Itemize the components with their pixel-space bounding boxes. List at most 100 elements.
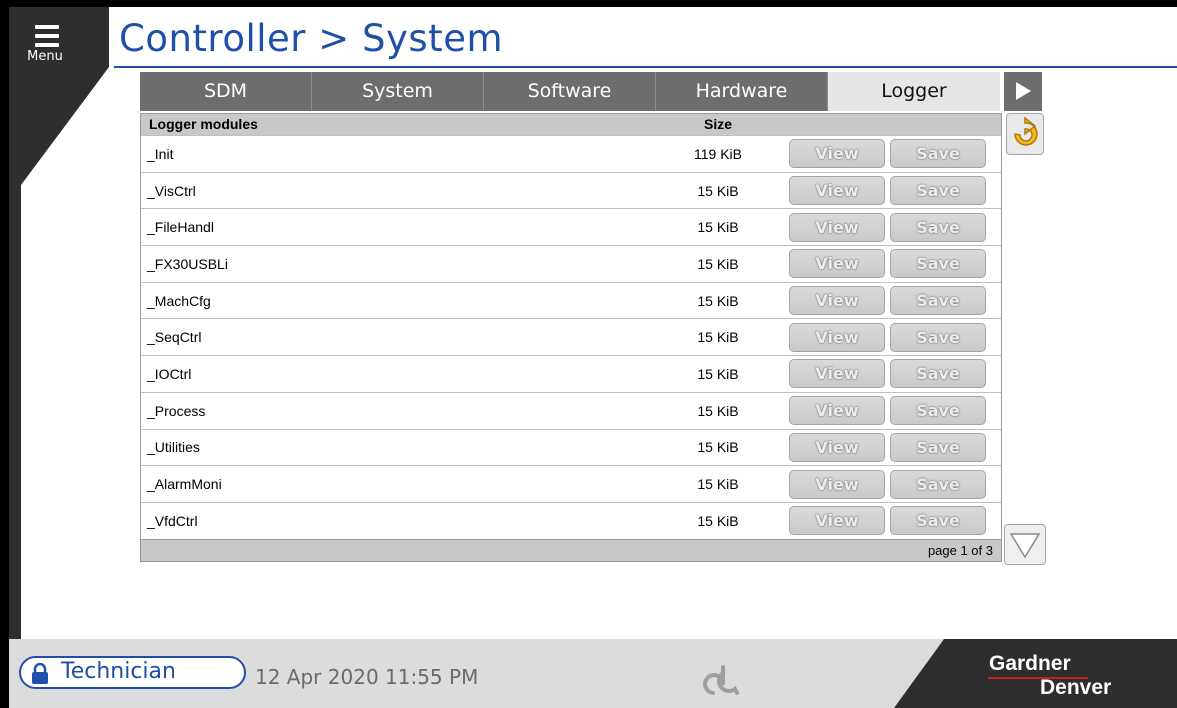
table-row: _VisCtrl 15 KiB View Save: [141, 171, 1001, 209]
status-bar: Technician 12 Apr 2020 11:55 PM Gardner …: [9, 639, 1177, 708]
column-header-size: Size: [703, 116, 732, 132]
view-button[interactable]: View: [789, 322, 885, 352]
save-button[interactable]: Save: [890, 322, 986, 352]
module-size: 15 KiB: [697, 512, 739, 529]
title-divider: [114, 66, 1177, 68]
brand-name-line2: Denver: [1040, 676, 1112, 699]
scroll-down-button[interactable]: [1004, 524, 1046, 565]
table-row: _VfdCtrl 15 KiB View Save: [141, 501, 1001, 539]
save-button[interactable]: Save: [890, 359, 986, 389]
row-actions: View Save: [789, 396, 986, 426]
save-button[interactable]: Save: [890, 286, 986, 316]
save-button[interactable]: Save: [890, 396, 986, 426]
row-actions: View Save: [789, 212, 986, 242]
module-name: _IOCtrl: [147, 365, 192, 382]
module-name: _SeqCtrl: [147, 329, 202, 346]
view-button[interactable]: View: [789, 249, 885, 279]
module-size: 15 KiB: [697, 439, 739, 456]
table-row: _IOCtrl 15 KiB View Save: [141, 355, 1001, 392]
module-size: 15 KiB: [697, 219, 739, 236]
row-actions: View Save: [789, 176, 986, 206]
module-size: 119 KiB: [694, 145, 742, 162]
sidebar: Menu: [9, 7, 114, 647]
save-button[interactable]: Save: [890, 432, 986, 462]
save-button[interactable]: Save: [890, 249, 986, 279]
row-actions: View Save: [789, 469, 986, 499]
menu-button[interactable]: Menu: [23, 21, 73, 77]
tab-software[interactable]: Software: [484, 72, 656, 111]
menu-label: Menu: [27, 49, 63, 64]
sidebar-shape: [9, 7, 109, 647]
save-button[interactable]: Save: [890, 506, 986, 536]
view-button[interactable]: View: [789, 286, 885, 316]
logger-modules-table: Logger modules Size _Init 119 KiB View Save…: [140, 113, 1002, 562]
datetime: 12 Apr 2020 11:55 PM: [255, 665, 479, 689]
tab-system[interactable]: System: [312, 72, 484, 111]
table-row: _FX30USBLi 15 KiB View Save: [141, 245, 1001, 282]
module-name: _AlarmMoni: [147, 476, 222, 493]
row-actions: View Save: [789, 359, 986, 389]
row-actions: View Save: [789, 506, 986, 536]
column-header-name: Logger modules: [149, 116, 258, 132]
next-tab-button[interactable]: [1004, 72, 1042, 111]
view-button[interactable]: View: [789, 432, 885, 462]
module-size: 15 KiB: [697, 476, 739, 493]
pagination-label: page 1 of 3: [141, 538, 1001, 561]
table-row: _Init 119 KiB View Save: [141, 135, 1001, 172]
module-name: _VfdCtrl: [147, 512, 198, 529]
table-body: _Init 119 KiB View Save _VisCtrl 15 KiB View Sa…: [141, 135, 1001, 539]
brand-logo: Gardner Denver: [889, 639, 1177, 708]
row-actions: View Save: [789, 322, 986, 352]
module-name: _FileHandl: [147, 219, 214, 236]
save-button[interactable]: Save: [890, 139, 986, 169]
row-actions: View Save: [789, 139, 986, 169]
module-name: _FX30USBLi: [147, 255, 228, 272]
screen: Menu Controller > System SDM System Soft…: [9, 7, 1177, 708]
table-row: _MachCfg 15 KiB View Save: [141, 281, 1001, 319]
tab-bar: SDM System Software Hardware Logger: [140, 72, 1004, 111]
user-login-button[interactable]: Technician: [19, 656, 246, 689]
module-size: 15 KiB: [697, 402, 739, 419]
table-row: _AlarmMoni 15 KiB View Save: [141, 465, 1001, 502]
row-actions: View Save: [789, 249, 986, 279]
page-title: Controller > System: [119, 17, 503, 60]
module-size: 15 KiB: [697, 365, 739, 382]
view-button[interactable]: View: [789, 139, 885, 169]
swirl-logo-icon: [703, 665, 739, 695]
table-header: Logger modules Size: [141, 114, 1001, 135]
module-size: 15 KiB: [697, 292, 739, 309]
module-name: _Process: [147, 402, 206, 419]
user-name: Technician: [61, 659, 176, 684]
module-name: _VisCtrl: [147, 182, 196, 199]
view-button[interactable]: View: [789, 469, 885, 499]
refresh-arrow-icon: [1014, 116, 1038, 146]
save-button[interactable]: Save: [890, 212, 986, 242]
triangle-down-icon: [1009, 533, 1041, 559]
view-button[interactable]: View: [789, 176, 885, 206]
table-row: _SeqCtrl 15 KiB View Save: [141, 318, 1001, 355]
save-button[interactable]: Save: [890, 176, 986, 206]
module-size: 15 KiB: [697, 182, 739, 199]
row-actions: View Save: [789, 286, 986, 316]
save-button[interactable]: Save: [890, 469, 986, 499]
row-actions: View Save: [789, 432, 986, 462]
table-row: _FileHandl 15 KiB View Save: [141, 208, 1001, 245]
table-row: _Utilities 15 KiB View Save: [141, 428, 1001, 466]
tab-sdm[interactable]: SDM: [140, 72, 312, 111]
tab-logger[interactable]: Logger: [828, 72, 1000, 111]
module-name: _Init: [147, 145, 174, 162]
module-name: _Utilities: [147, 439, 200, 456]
brand-name-line1: Gardner: [989, 652, 1071, 675]
module-name: _MachCfg: [147, 292, 211, 309]
view-button[interactable]: View: [789, 359, 885, 389]
module-size: 15 KiB: [697, 255, 739, 272]
lock-icon: [32, 663, 48, 684]
module-size: 15 KiB: [697, 329, 739, 346]
view-button[interactable]: View: [789, 212, 885, 242]
refresh-button[interactable]: [1006, 113, 1044, 155]
tab-hardware[interactable]: Hardware: [656, 72, 828, 111]
view-button[interactable]: View: [789, 506, 885, 536]
table-row: _Process 15 KiB View Save: [141, 391, 1001, 429]
view-button[interactable]: View: [789, 396, 885, 426]
hamburger-icon: [35, 25, 59, 47]
